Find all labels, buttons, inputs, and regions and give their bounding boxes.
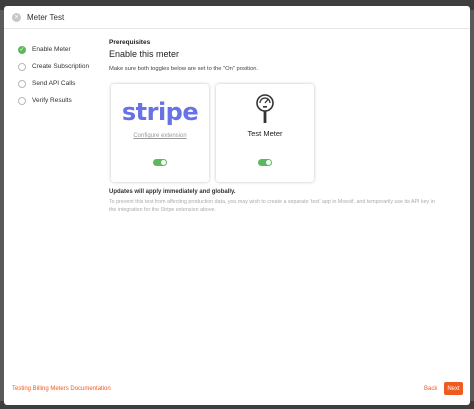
notes: Updates will apply immediately and globa… — [109, 189, 439, 214]
integration-cards: stripe Configure extension Test Meter — [111, 84, 321, 182]
stripe-toggle[interactable] — [153, 159, 167, 166]
step-label: Send API Calls — [32, 80, 76, 87]
test-meter-label: Test Meter — [247, 129, 283, 138]
update-note: Updates will apply immediately and globa… — [109, 189, 236, 195]
test-app-note: To prevent this test from affecting prod… — [109, 199, 435, 213]
step-enable-meter[interactable]: ✓ Enable Meter — [18, 41, 89, 58]
section-kicker: Prerequisites — [109, 39, 151, 46]
test-meter-toggle[interactable] — [258, 159, 272, 166]
meter-test-modal: × Meter Test ✓ Enable Meter Create Subsc… — [4, 6, 470, 405]
step-content: Prerequisites Enable this meter Make sur… — [109, 39, 434, 72]
parking-meter-icon — [256, 94, 274, 123]
empty-circle-icon — [18, 96, 26, 105]
next-button[interactable]: Next — [444, 382, 463, 395]
step-verify-results[interactable]: Verify Results — [18, 92, 89, 109]
test-meter-card: Test Meter — [216, 84, 314, 182]
modal-footer: Testing Billing Meters Documentation Bac… — [4, 379, 470, 405]
stripe-card: stripe Configure extension — [111, 84, 209, 182]
modal-title: Meter Test — [27, 12, 65, 22]
step-label: Enable Meter — [32, 46, 71, 53]
close-icon[interactable]: × — [12, 12, 21, 22]
step-create-subscription[interactable]: Create Subscription — [18, 58, 89, 75]
step-label: Verify Results — [32, 97, 72, 104]
configure-extension-link[interactable]: Configure extension — [111, 133, 209, 139]
documentation-link[interactable]: Testing Billing Meters Documentation — [12, 386, 111, 392]
modal-header: × Meter Test — [4, 6, 470, 29]
step-send-api-calls[interactable]: Send API Calls — [18, 75, 89, 92]
step-list: ✓ Enable Meter Create Subscription Send … — [18, 41, 89, 109]
section-heading: Enable this meter — [109, 49, 180, 59]
back-button[interactable]: Back — [424, 386, 437, 392]
check-circle-icon: ✓ — [18, 45, 26, 54]
step-label: Create Subscription — [32, 63, 90, 70]
instruction-text: Make sure both toggles below are set to … — [109, 66, 259, 72]
empty-circle-icon — [18, 62, 26, 71]
empty-circle-icon — [18, 79, 26, 88]
stripe-logo: stripe — [121, 98, 199, 126]
